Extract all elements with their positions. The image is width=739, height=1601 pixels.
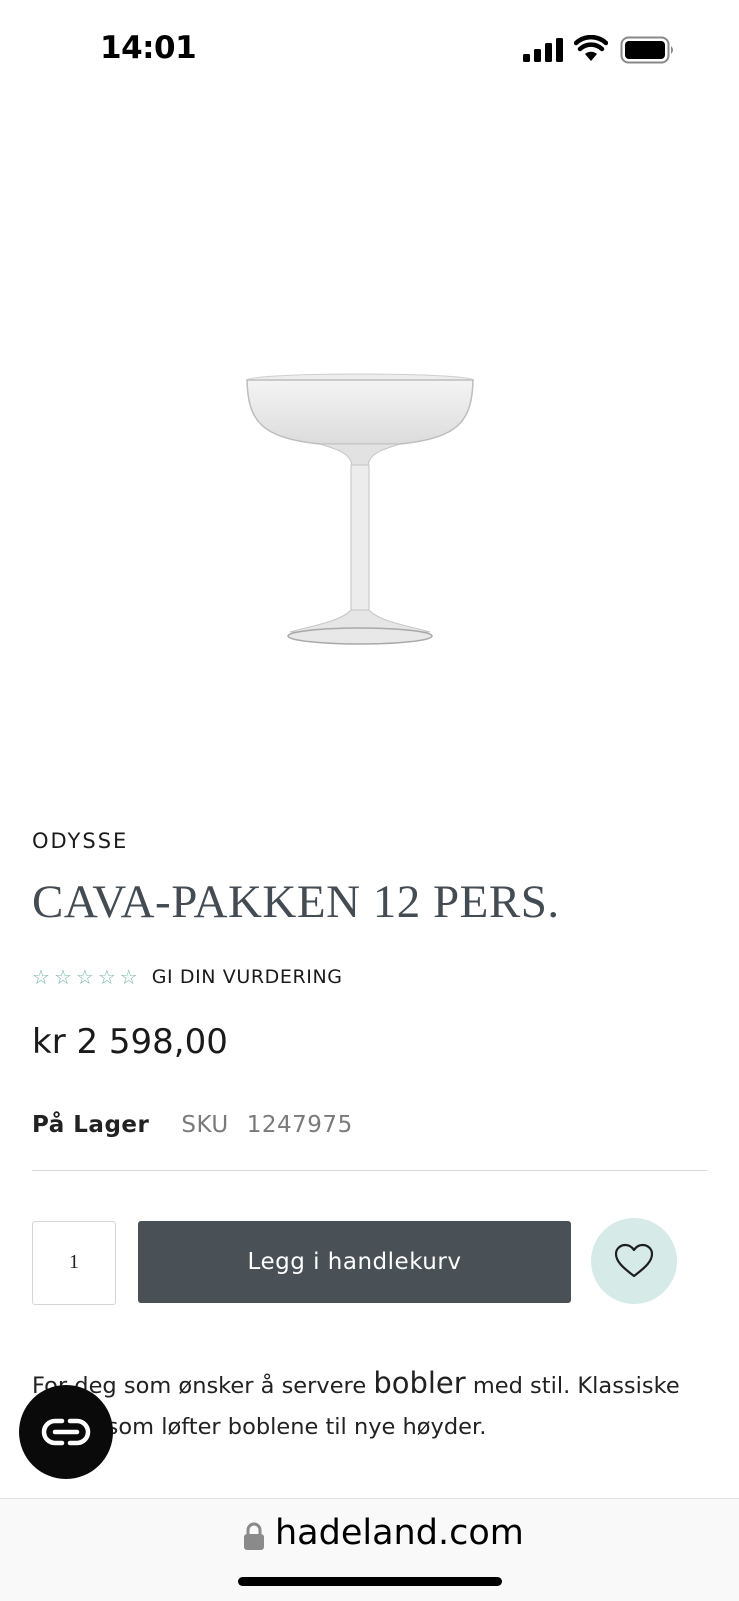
product-image[interactable] [230, 370, 510, 670]
lock-icon [244, 1522, 264, 1550]
sku-value: 1247975 [246, 1112, 353, 1138]
rating-stars[interactable]: ☆ ☆ ☆ ☆ ☆ [32, 967, 138, 987]
url-text[interactable]: hadeland.com [275, 1513, 524, 1553]
stock-row: På Lager SKU 1247975 [32, 1112, 353, 1138]
status-bar: 14:01 [0, 0, 739, 100]
star-icon[interactable]: ☆ [120, 967, 138, 987]
star-icon[interactable]: ☆ [32, 967, 50, 987]
description-highlight: bobler [373, 1366, 466, 1400]
home-indicator[interactable] [238, 1577, 502, 1586]
wifi-icon [574, 35, 608, 61]
star-icon[interactable]: ☆ [98, 967, 116, 987]
star-icon[interactable]: ☆ [54, 967, 72, 987]
status-time: 14:01 [100, 30, 197, 66]
sku-label: SKU [181, 1112, 229, 1138]
quantity-input[interactable]: 1 [32, 1221, 116, 1305]
star-icon[interactable]: ☆ [76, 967, 94, 987]
product-price: kr 2 598,00 [32, 1022, 228, 1062]
rating-row[interactable]: ☆ ☆ ☆ ☆ ☆ GI DIN VURDERING [32, 966, 343, 988]
write-review-link[interactable]: GI DIN VURDERING [152, 966, 343, 988]
chat-button[interactable] [19, 1385, 113, 1479]
chat-icon [41, 1418, 91, 1446]
stock-status: På Lager [32, 1112, 150, 1138]
product-title: CAVA-PAKKEN 12 PERS. [32, 876, 560, 928]
product-description: For deg som ønsker å servere bobler med … [32, 1363, 722, 1448]
cellular-signal-icon [523, 38, 563, 62]
product-brand[interactable]: ODYSSE [32, 829, 128, 853]
browser-url-bar[interactable]: hadeland.com [0, 1498, 739, 1601]
battery-icon [620, 36, 673, 64]
heart-icon [614, 1243, 654, 1278]
divider [32, 1170, 707, 1171]
add-to-cart-button[interactable]: Legg i handlekurv [138, 1221, 571, 1303]
wishlist-button[interactable] [591, 1218, 677, 1304]
